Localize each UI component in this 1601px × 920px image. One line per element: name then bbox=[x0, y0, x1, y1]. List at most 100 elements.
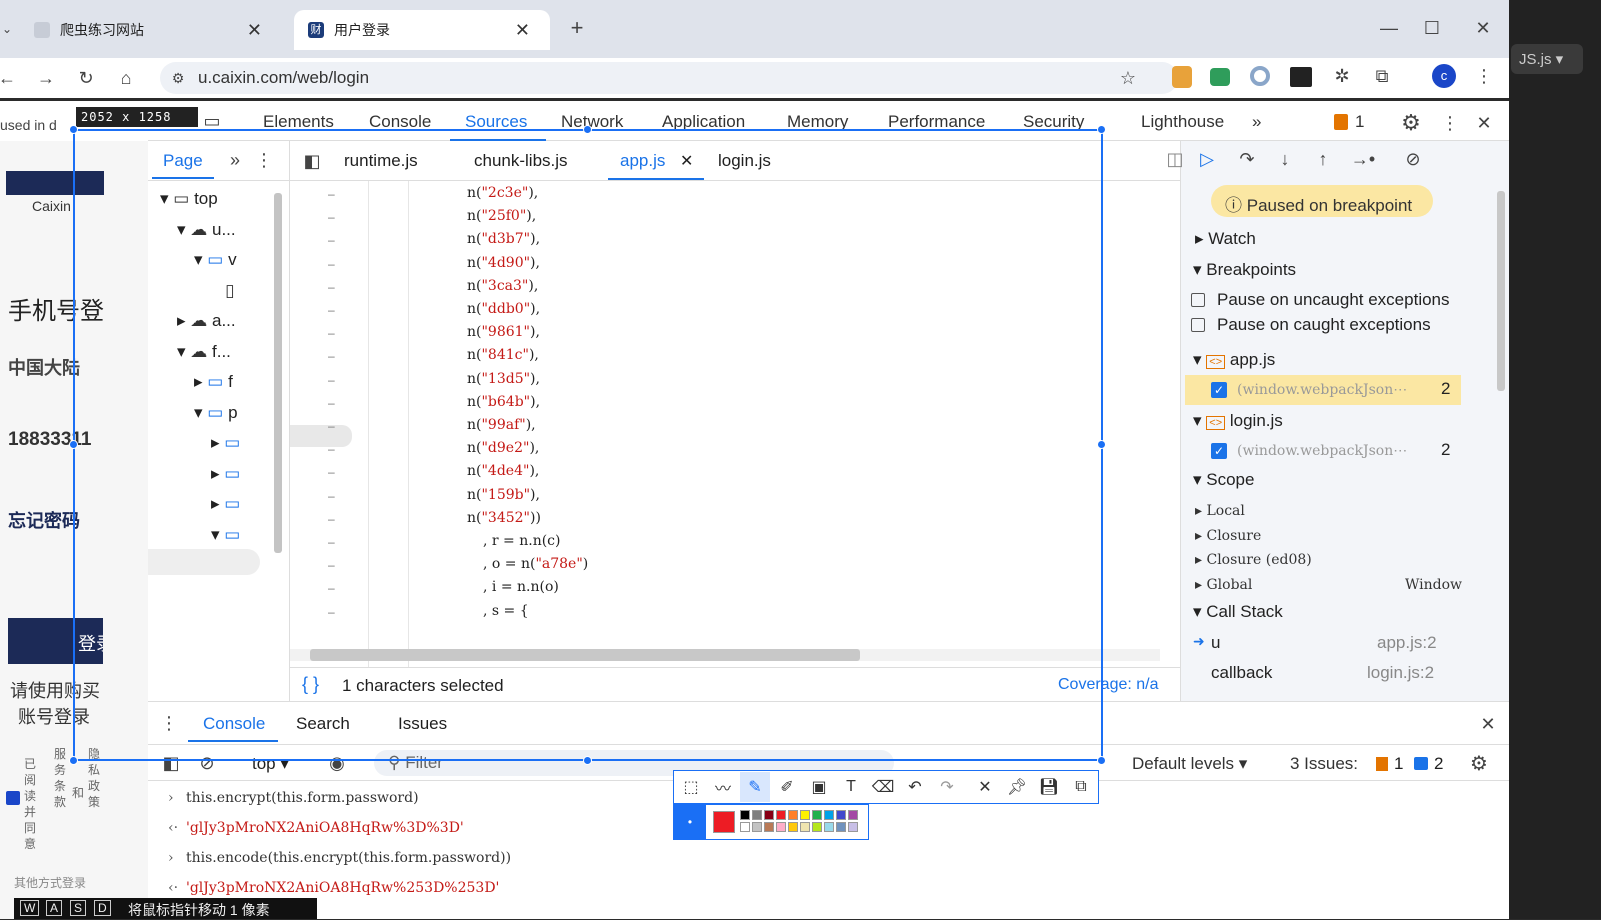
new-tab-button[interactable]: + bbox=[565, 15, 589, 40]
color-swatch[interactable] bbox=[788, 810, 798, 820]
bookmark-star-icon[interactable]: ☆ bbox=[1116, 66, 1140, 90]
log-levels-select[interactable]: Default levels ▾ bbox=[1132, 754, 1247, 774]
frame-u[interactable]: u bbox=[1211, 633, 1220, 653]
extensions-puzzle-icon[interactable]: ⧉ bbox=[1370, 64, 1394, 88]
color-swatch[interactable] bbox=[776, 822, 786, 832]
region-select[interactable]: 中国大陆 bbox=[8, 354, 80, 380]
extension-circle-icon[interactable] bbox=[1250, 66, 1270, 86]
resize-handle[interactable] bbox=[69, 125, 78, 134]
color-swatch[interactable] bbox=[740, 822, 750, 832]
current-color-swatch[interactable] bbox=[713, 811, 735, 833]
pin-icon[interactable]: 📌︎ bbox=[1002, 772, 1032, 802]
home-icon[interactable]: ⌂ bbox=[112, 64, 140, 92]
close-icon[interactable]: ✕ bbox=[247, 20, 262, 41]
profile-avatar[interactable]: c bbox=[1432, 64, 1456, 88]
pause-uncaught-checkbox[interactable] bbox=[1191, 293, 1205, 307]
extension-bug-icon[interactable]: ✲ bbox=[1330, 64, 1354, 88]
redo-icon[interactable]: ↷ bbox=[932, 772, 962, 802]
step-out-icon[interactable]: ↑ bbox=[1311, 147, 1335, 171]
breakpoints-section[interactable]: ▾ Breakpoints bbox=[1193, 260, 1296, 280]
color-swatch[interactable] bbox=[800, 810, 810, 820]
scope-global[interactable]: ▸ Global bbox=[1195, 577, 1252, 593]
resize-handle[interactable] bbox=[1097, 756, 1106, 765]
bp-file-app[interactable]: ▾ <> app.js bbox=[1193, 350, 1275, 370]
console-input[interactable]: this.encode(this.encrypt(this.form.passw… bbox=[186, 850, 511, 866]
debugger-scrollbar[interactable] bbox=[1497, 191, 1505, 391]
console-settings-icon[interactable]: ⚙ bbox=[1466, 750, 1492, 776]
mosaic-tool-icon[interactable]: ▣ bbox=[804, 772, 834, 802]
color-swatch[interactable] bbox=[740, 810, 750, 820]
issues-summary[interactable]: 3 Issues: bbox=[1290, 754, 1358, 774]
scope-local[interactable]: ▸ Local bbox=[1195, 503, 1245, 519]
color-swatch[interactable] bbox=[824, 810, 834, 820]
bp-file-login[interactable]: ▾ <> login.js bbox=[1193, 411, 1283, 431]
console-input[interactable]: this.encrypt(this.form.password) bbox=[186, 790, 419, 806]
resize-handle[interactable] bbox=[583, 756, 592, 765]
shape-tool-icon[interactable]: ⬚ bbox=[676, 772, 706, 802]
menu-kebab-icon[interactable]: ⋮ bbox=[1474, 64, 1494, 88]
scope-closure[interactable]: ▸ Closure bbox=[1195, 528, 1261, 544]
extension-shield-icon[interactable] bbox=[1172, 66, 1192, 88]
console-result[interactable]: 'glJy3pMroNX2AniOA8HqRw%253D%253D' bbox=[186, 880, 499, 896]
close-icon[interactable]: ✕ bbox=[515, 20, 530, 41]
color-swatch[interactable] bbox=[764, 822, 774, 832]
resume-icon[interactable]: ▷ bbox=[1195, 147, 1219, 171]
color-swatch[interactable] bbox=[800, 822, 810, 832]
color-swatch[interactable] bbox=[752, 822, 762, 832]
reload-icon[interactable]: ↻ bbox=[72, 64, 100, 92]
close-drawer-icon[interactable]: ✕ bbox=[1476, 712, 1500, 736]
watch-section[interactable]: ▸ Watch bbox=[1195, 229, 1256, 249]
resize-handle[interactable] bbox=[1097, 440, 1106, 449]
step-icon[interactable]: →• bbox=[1349, 147, 1377, 171]
pen-size-button[interactable]: • bbox=[674, 805, 706, 839]
color-swatch[interactable] bbox=[776, 810, 786, 820]
resize-handle[interactable] bbox=[69, 756, 78, 765]
color-swatch[interactable] bbox=[824, 822, 834, 832]
scope-closure-ed08[interactable]: ▸ Closure (ed08) bbox=[1195, 552, 1312, 568]
color-swatch[interactable] bbox=[836, 822, 846, 832]
forgot-password-link[interactable]: 忘记密码 bbox=[8, 507, 80, 533]
marker-tool-icon[interactable]: ✐ bbox=[772, 772, 802, 802]
forward-icon[interactable]: → bbox=[32, 64, 60, 92]
toggle-debugger-icon[interactable]: ◫ bbox=[1163, 147, 1187, 171]
capture-selection-rect[interactable] bbox=[73, 129, 1103, 761]
devtools-close-icon[interactable]: ✕ bbox=[1472, 110, 1496, 136]
text-tool-icon[interactable]: T bbox=[836, 772, 866, 802]
color-swatch[interactable] bbox=[812, 810, 822, 820]
color-swatch[interactable] bbox=[848, 822, 858, 832]
console-result[interactable]: 'glJy3pMroNX2AniOA8HqRw%3D%3D' bbox=[186, 820, 464, 836]
cancel-icon[interactable]: ✕ bbox=[970, 772, 1000, 802]
address-bar[interactable]: ⚙ u.caixin.com/web/login ☆ bbox=[160, 62, 1178, 94]
color-swatch[interactable] bbox=[752, 810, 762, 820]
pause-caught-checkbox[interactable] bbox=[1191, 318, 1205, 332]
scope-section[interactable]: ▾ Scope bbox=[1193, 470, 1254, 490]
resize-handle[interactable] bbox=[1097, 125, 1106, 134]
call-stack-section[interactable]: ▾ Call Stack bbox=[1193, 602, 1283, 622]
color-swatch[interactable] bbox=[848, 810, 858, 820]
undo-icon[interactable]: ↶ bbox=[900, 772, 930, 802]
resize-handle[interactable] bbox=[69, 440, 78, 449]
maximize-button[interactable]: ☐ bbox=[1420, 16, 1444, 40]
color-swatch[interactable] bbox=[836, 810, 846, 820]
terms-link[interactable]: 服务条款 bbox=[54, 746, 68, 810]
extension-code-icon[interactable] bbox=[1210, 68, 1230, 86]
devtools-menu-icon[interactable]: ⋮ bbox=[1440, 110, 1460, 136]
copy-icon[interactable]: ⧉ bbox=[1066, 772, 1096, 802]
site-info-icon[interactable]: ⚙ bbox=[168, 68, 188, 88]
frame-callback[interactable]: callback bbox=[1211, 663, 1272, 683]
tab-search-icon[interactable]: ⌄ bbox=[0, 18, 14, 40]
issues-count[interactable]: 1 bbox=[1355, 112, 1364, 132]
step-into-icon[interactable]: ↓ bbox=[1273, 147, 1297, 171]
color-swatch[interactable] bbox=[788, 822, 798, 832]
file-chip[interactable]: JS.js ▾ bbox=[1511, 44, 1583, 74]
color-swatch[interactable] bbox=[812, 822, 822, 832]
tab-user-login[interactable]: 财 用户登录 ✕ bbox=[294, 10, 550, 50]
breakpoint-checkbox[interactable]: ✓ bbox=[1211, 382, 1227, 398]
step-over-icon[interactable]: ↷ bbox=[1235, 147, 1259, 171]
deactivate-breakpoints-icon[interactable]: ⊘ bbox=[1399, 147, 1427, 171]
more-tabs-icon[interactable]: » bbox=[1252, 112, 1261, 132]
agree-checkbox[interactable] bbox=[6, 791, 20, 805]
minimize-button[interactable]: — bbox=[1377, 16, 1401, 40]
line-tool-icon[interactable]: 〰 bbox=[708, 772, 738, 802]
window-close-button[interactable]: ✕ bbox=[1471, 16, 1495, 40]
